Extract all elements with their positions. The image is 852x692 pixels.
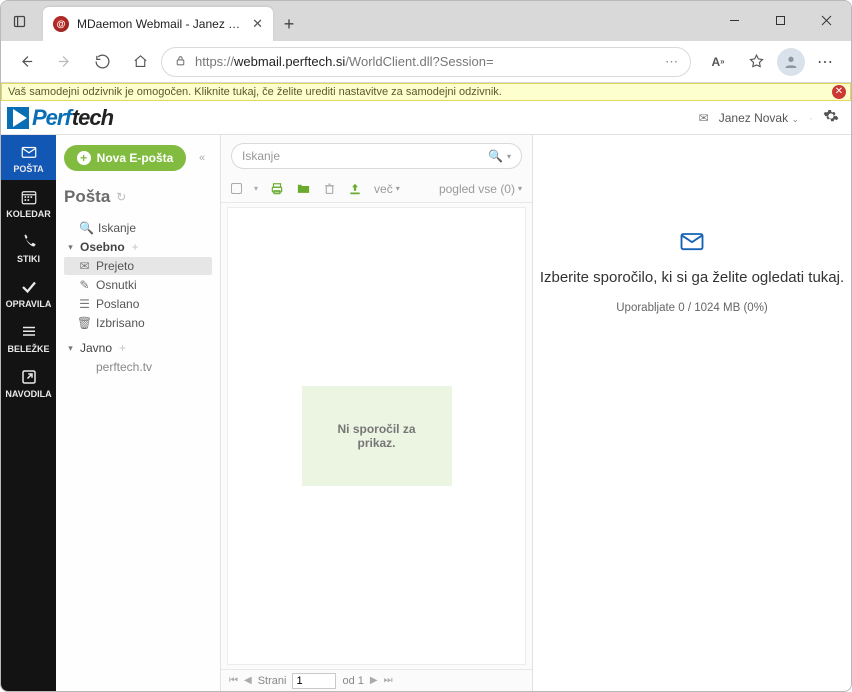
print-button[interactable] [270,182,284,196]
trash-icon: 🗑 [78,316,91,330]
nav-tasks[interactable]: OPRAVILA [1,270,56,315]
add-folder-icon[interactable]: + [132,240,139,254]
pager-first[interactable]: ⏮ [229,675,238,686]
folder-drafts[interactable]: ✎Osnutki [64,276,212,294]
window-maximize-button[interactable] [757,1,803,39]
sent-icon: ☰ [78,297,91,311]
nav-notes[interactable]: BELEŽKE [1,315,56,360]
search-dropdown-icon[interactable]: 🔍 ▾ [488,149,511,163]
nav-help[interactable]: NAVODILA [1,360,56,405]
sidebar-title: Pošta [64,187,110,207]
user-menu[interactable]: Janez Novak ⌄ [719,111,799,125]
favorites-button[interactable] [739,45,773,79]
url-more-icon[interactable]: ⋯ [665,54,678,70]
pager-last[interactable]: ⏭ [384,675,393,686]
inbox-icon: ✉ [78,259,91,273]
url-text: https://webmail.perftech.si/WorldClient.… [195,54,657,69]
list-toolbar: ▾ več ▾ pogled vse (0) ▾ [221,175,532,203]
pager-prev[interactable]: ◀ [244,675,252,686]
settings-button[interactable] [823,108,839,127]
delete-button[interactable] [323,182,336,195]
folder-inbox[interactable]: ✉Prejeto [64,257,212,275]
nav-refresh-button[interactable] [85,45,119,79]
message-list-pane: Iskanje 🔍 ▾ ▾ več ▾ pogled vse (0) ▾ Ni … [221,135,533,691]
banner-close-icon[interactable]: ✕ [832,85,846,99]
nav-home-button[interactable] [123,45,157,79]
public-perftech-tv[interactable]: perftech.tv [64,358,212,376]
nav-back-button[interactable] [9,45,43,79]
folder-trash[interactable]: 🗑Izbrisano [64,314,212,332]
pager-page-input[interactable] [292,673,336,689]
tab-close-icon[interactable]: ✕ [252,16,263,32]
more-menu[interactable]: več ▾ [374,182,400,196]
list-icon [20,323,38,341]
banner-text: Vaš samodejni odzivnik je omogočen. Klik… [8,86,502,98]
nav-contacts[interactable]: STIKI [1,225,56,270]
browser-titlebar: @ MDaemon Webmail - Janez Nov… ✕ + [1,1,851,41]
autoresponder-banner[interactable]: Vaš samodejni odzivnik je omogočen. Klik… [1,83,851,101]
quota-text: Uporabljate 0 / 1024 MB (0%) [616,302,768,314]
plus-icon: + [77,151,91,165]
tree-personal[interactable]: ▾Osebno+ [64,238,212,256]
select-all-checkbox[interactable] [231,183,242,194]
tab-actions-button[interactable] [1,1,37,41]
nav-mail[interactable]: POŠTA [1,135,56,180]
reading-pane: Izberite sporočilo, ki si ga želite ogle… [533,135,851,691]
add-public-folder-icon[interactable]: + [119,341,126,355]
folder-tree: 🔍Iskanje ▾Osebno+ ✉Prejeto ✎Osnutki ☰Pos… [64,219,212,376]
search-icon: 🔍 [80,221,93,235]
browser-tab[interactable]: @ MDaemon Webmail - Janez Nov… ✕ [43,7,273,41]
tree-search[interactable]: 🔍Iskanje [64,219,212,237]
site-info-icon[interactable] [174,54,187,70]
refresh-folders-icon[interactable]: ↻ [116,190,126,204]
view-selector[interactable]: pogled vse (0) ▾ [439,182,522,196]
read-aloud-button[interactable]: A» [701,45,735,79]
check-icon [20,278,38,296]
window-minimize-button[interactable] [711,1,757,39]
brand-logo: Perftech [7,105,113,131]
envelope-large-icon [678,227,706,255]
folder-sent[interactable]: ☰Poslano [64,295,212,313]
folder-sidebar: + Nova E-pošta « Pošta ↻ 🔍Iskanje ▾Osebn… [56,135,221,691]
app-menu-button[interactable]: ⋯ [809,45,843,79]
collapse-sidebar-button[interactable]: « [192,148,212,168]
browser-toolbar: https://webmail.perftech.si/WorldClient.… [1,41,851,83]
message-list: Ni sporočil za prikaz. [227,207,526,665]
tab-favicon: @ [53,16,69,32]
primary-nav: POŠTA KOLEDAR STIKI OPRAVILA BELEŽKE NAV… [1,135,56,691]
compose-button[interactable]: + Nova E-pošta [64,145,186,171]
tab-title: MDaemon Webmail - Janez Nov… [77,17,244,31]
pager-next[interactable]: ▶ [370,675,378,686]
app-header: Perftech ✉ Janez Novak ⌄ · [1,101,851,135]
profile-button[interactable] [777,48,805,76]
nav-forward-button[interactable] [47,45,81,79]
message-search-input[interactable]: Iskanje 🔍 ▾ [231,143,522,169]
export-button[interactable] [348,182,362,196]
pager: ⏮ ◀ Strani od 1 ▶ ⏭ [221,669,532,691]
envelope-icon: ✉ [699,111,709,125]
external-link-icon [20,368,38,386]
brand-mark-icon [7,107,29,129]
move-button[interactable] [296,181,311,196]
window-close-button[interactable] [803,1,849,39]
reading-placeholder: Izberite sporočilo, ki si ga želite ogle… [540,269,844,286]
empty-state: Ni sporočil za prikaz. [302,386,452,486]
new-tab-button[interactable]: + [273,7,305,41]
phone-icon [20,233,38,251]
address-bar[interactable]: https://webmail.perftech.si/WorldClient.… [161,47,691,77]
drafts-icon: ✎ [78,278,91,292]
nav-calendar[interactable]: KOLEDAR [1,180,56,225]
tree-public[interactable]: ▾Javno+ [64,339,212,357]
